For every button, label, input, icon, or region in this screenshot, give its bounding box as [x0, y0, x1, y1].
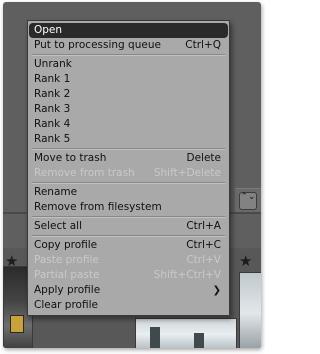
- menu-item-remove-from-trash: Remove from trash Shift+Delete: [28, 166, 229, 181]
- menu-item-label: Remove from filesystem: [34, 201, 162, 213]
- menu-item-shortcut: Shift+Ctrl+V: [153, 269, 221, 281]
- menu-item-rank-2[interactable]: Rank 2: [28, 87, 229, 102]
- context-menu: Open Put to processing queue Ctrl+Q Unrank R…: [27, 20, 230, 316]
- menu-separator: [32, 216, 225, 218]
- menu-item-shortcut: Ctrl+C: [186, 239, 221, 251]
- menu-item-open[interactable]: Open: [29, 23, 228, 38]
- menu-item-copy-profile[interactable]: Copy profile Ctrl+C: [28, 238, 229, 253]
- menu-item-move-to-trash[interactable]: Move to trash Delete: [28, 151, 229, 166]
- menu-item-put-to-processing-queue[interactable]: Put to processing queue Ctrl+Q: [28, 38, 229, 53]
- menu-item-label: Rank 1: [34, 73, 71, 85]
- menu-item-shortcut: Ctrl+Q: [185, 39, 221, 51]
- menu-item-shortcut: Shift+Delete: [153, 167, 221, 179]
- menu-separator: [32, 235, 225, 237]
- thumbnail-image[interactable]: [135, 318, 237, 348]
- menu-item-label: Rank 2: [34, 88, 71, 100]
- menu-item-unrank[interactable]: Unrank: [28, 57, 229, 72]
- menu-item-rank-3[interactable]: Rank 3: [28, 102, 229, 117]
- tree-shape: [150, 327, 160, 348]
- menu-item-partial-paste: Partial paste Shift+Ctrl+V: [28, 268, 229, 283]
- tree-shape: [194, 333, 204, 348]
- menu-item-label: Remove from trash: [34, 167, 135, 179]
- menu-item-remove-from-filesystem[interactable]: Remove from filesystem: [28, 200, 229, 215]
- menu-item-label: Partial paste: [34, 269, 100, 281]
- stepper-control[interactable]: ⌃⌄: [239, 192, 257, 210]
- menu-item-shortcut: Ctrl+V: [186, 254, 221, 266]
- menu-item-rank-5[interactable]: Rank 5: [28, 132, 229, 147]
- menu-item-label: Rename: [34, 186, 78, 198]
- menu-item-label: Rank 3: [34, 103, 71, 115]
- menu-item-label: Apply profile: [34, 284, 101, 296]
- menu-item-shortcut: Delete: [186, 152, 222, 164]
- menu-item-select-all[interactable]: Select all Ctrl+A: [28, 219, 229, 234]
- menu-item-shortcut: Ctrl+A: [186, 220, 221, 232]
- menu-item-label: Move to trash: [34, 152, 107, 164]
- menu-item-rank-4[interactable]: Rank 4: [28, 117, 229, 132]
- stepper-icon: ⌃⌄: [240, 192, 256, 202]
- star-icon[interactable]: ★: [239, 254, 252, 269]
- menu-item-label: Clear profile: [34, 299, 98, 311]
- menu-item-label: Copy profile: [34, 239, 98, 251]
- menu-item-label: Put to processing queue: [34, 39, 161, 51]
- menu-item-paste-profile: Paste profile Ctrl+V: [28, 253, 229, 268]
- menu-item-clear-profile[interactable]: Clear profile: [28, 298, 229, 313]
- submenu-arrow-icon: ❯: [212, 285, 221, 296]
- menu-item-label: Paste profile: [34, 254, 99, 266]
- menu-separator: [32, 148, 225, 150]
- menu-item-label: Rank 5: [34, 133, 71, 145]
- thumbnail-image[interactable]: [239, 272, 261, 348]
- menu-item-rank-1[interactable]: Rank 1: [28, 72, 229, 87]
- menu-item-label: Rank 4: [34, 118, 71, 130]
- menu-separator: [32, 182, 225, 184]
- sign-shape: [10, 315, 24, 333]
- screenshot-stage: ⌃⌄ ★ ★ Open Put to processing queue Ctrl+Q…: [0, 0, 265, 354]
- menu-item-label: Select all: [34, 220, 82, 232]
- menu-item-label: Open: [34, 24, 63, 36]
- menu-item-label: Unrank: [34, 58, 72, 70]
- menu-separator: [32, 54, 225, 56]
- menu-item-apply-profile[interactable]: Apply profile ❯: [28, 283, 229, 298]
- menu-item-rename[interactable]: Rename: [28, 185, 229, 200]
